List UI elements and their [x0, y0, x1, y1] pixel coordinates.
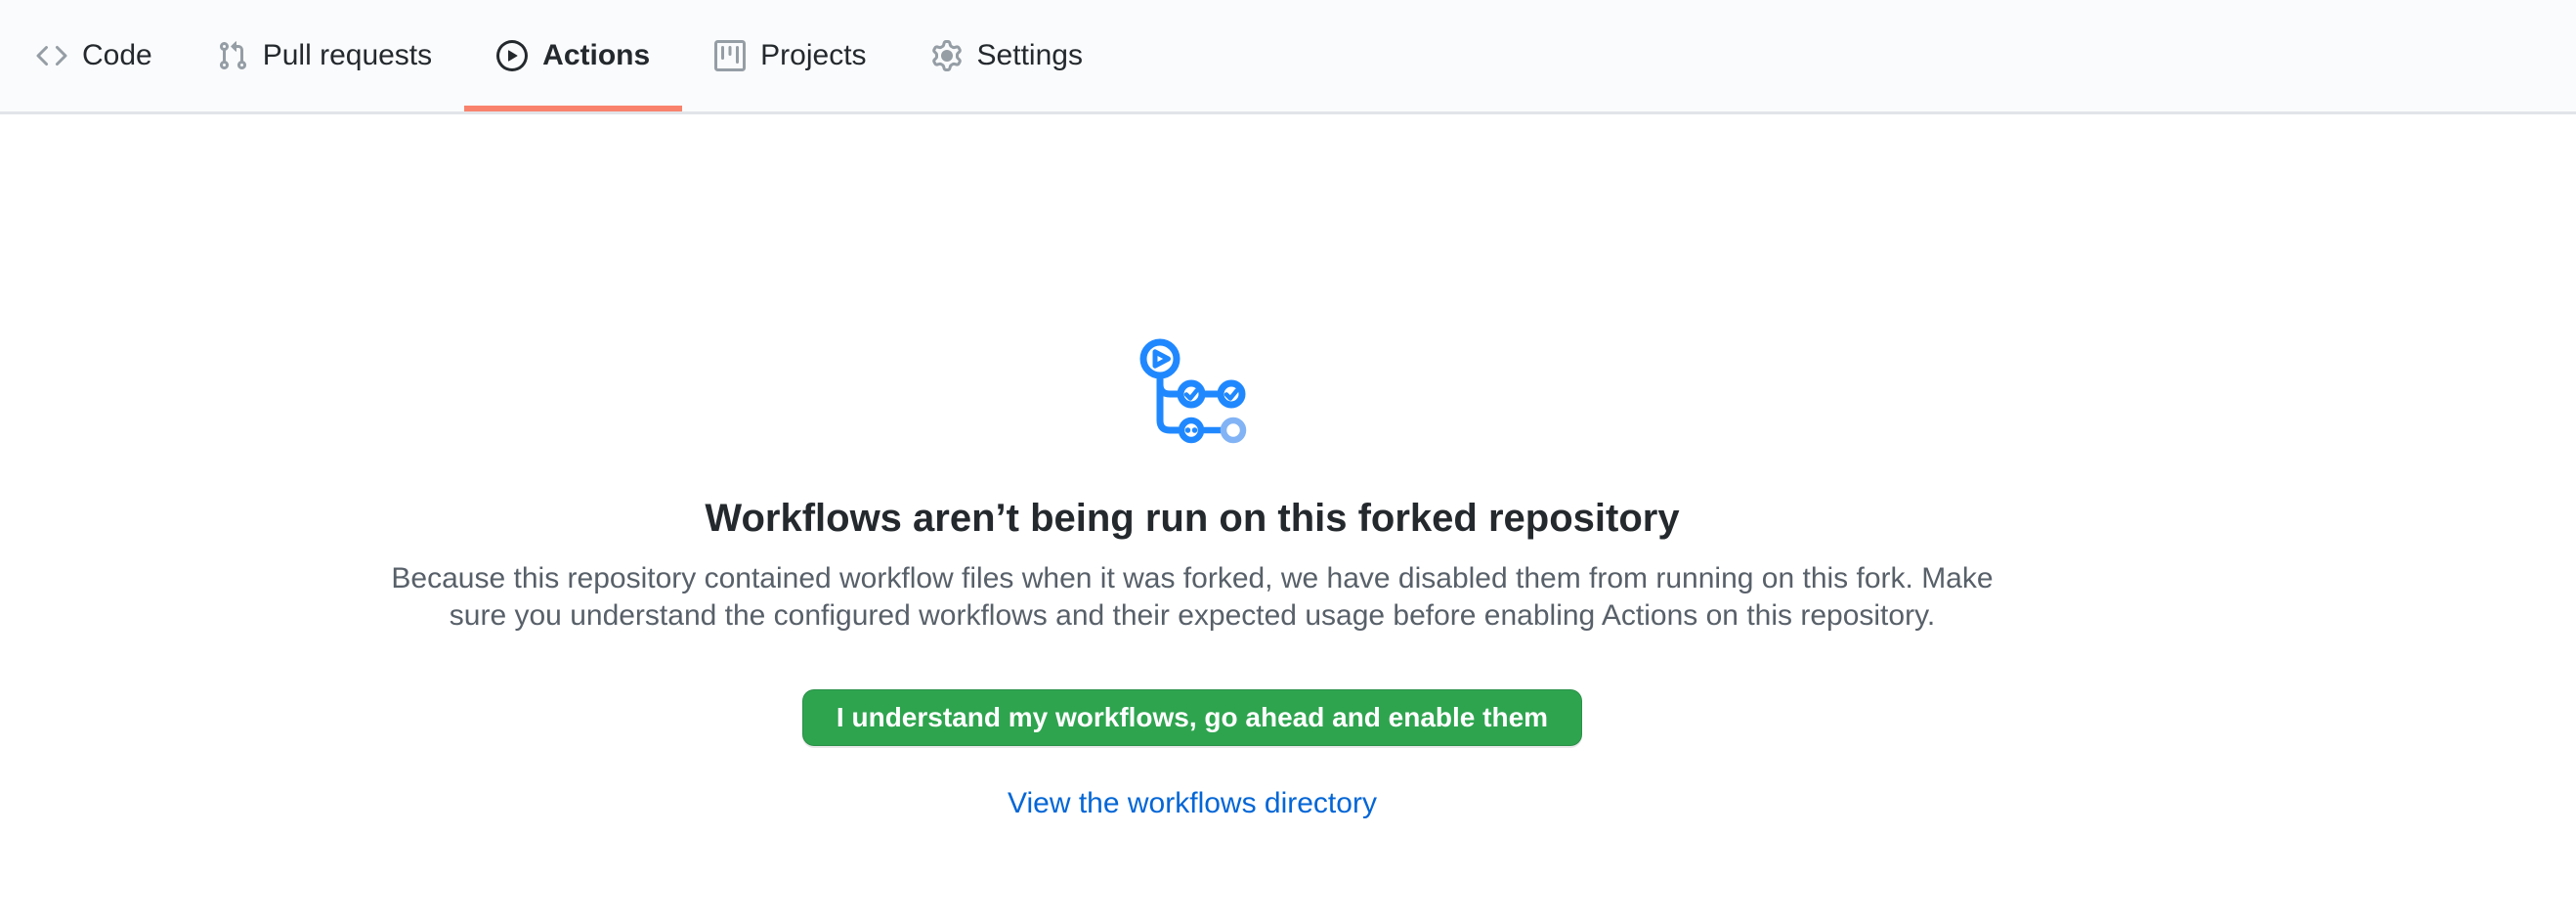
tab-pull-requests[interactable]: Pull requests: [185, 0, 464, 111]
code-icon: [36, 40, 67, 71]
actions-empty-state: Workflows aren’t being run on this forke…: [0, 114, 2384, 820]
tab-label: Settings: [977, 41, 1083, 70]
description-line-1: Because this repository contained workfl…: [391, 560, 1993, 597]
tab-projects[interactable]: Projects: [682, 0, 898, 111]
git-pull-request-icon: [217, 40, 248, 71]
tab-actions[interactable]: Actions: [464, 0, 682, 111]
workflow-graph-icon: [1136, 330, 1249, 445]
enable-workflows-button[interactable]: I understand my workflows, go ahead and …: [802, 689, 1582, 746]
gear-icon: [931, 40, 963, 71]
tab-label: Actions: [542, 41, 650, 70]
empty-state-title: Workflows aren’t being run on this forke…: [705, 494, 1679, 543]
view-workflows-directory-link[interactable]: View the workflows directory: [1008, 787, 1377, 820]
project-icon: [714, 40, 746, 71]
tab-label: Projects: [760, 41, 866, 70]
tab-settings[interactable]: Settings: [899, 0, 1115, 111]
description-line-2: sure you understand the configured workf…: [391, 597, 1993, 635]
play-icon: [496, 40, 528, 71]
tab-label: Code: [82, 41, 152, 70]
tab-label: Pull requests: [263, 41, 432, 70]
repo-nav: Code Pull requests Actions Projects: [0, 0, 2576, 114]
empty-state-description: Because this repository contained workfl…: [391, 560, 1993, 635]
tab-code[interactable]: Code: [4, 0, 185, 111]
